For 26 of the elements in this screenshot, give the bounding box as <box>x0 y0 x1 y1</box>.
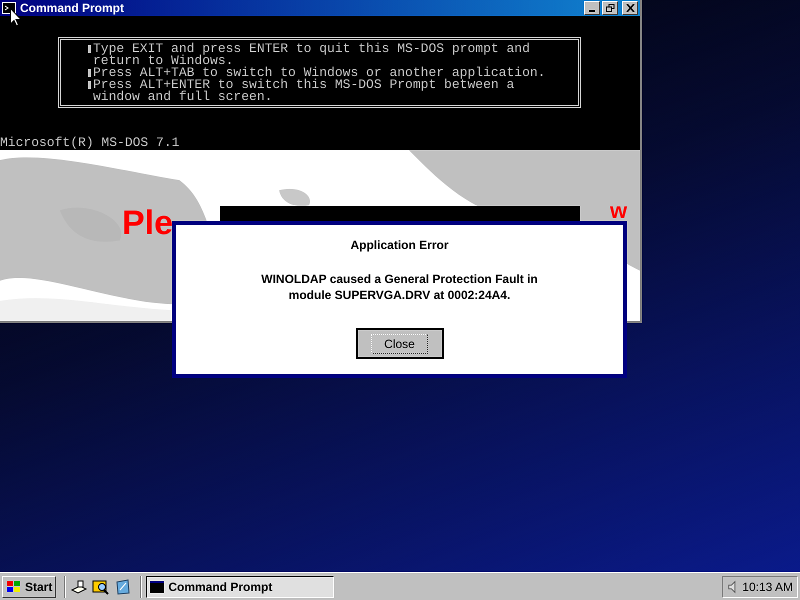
start-button[interactable]: Start <box>2 576 56 598</box>
restore-button[interactable] <box>602 1 618 15</box>
clock: 10:13 AM <box>742 578 793 596</box>
close-button[interactable]: Close <box>356 328 444 359</box>
close-button[interactable] <box>622 1 638 15</box>
explorer-icon[interactable] <box>92 578 110 596</box>
bullet-icon <box>88 69 91 77</box>
graphics-text: Ple <box>122 204 174 242</box>
close-icon <box>626 4 634 12</box>
bullet-icon <box>88 81 91 89</box>
restore-icon <box>606 4 614 12</box>
info-text: Press ALT+ENTER to switch this MS-DOS Prompt between a window and full screen. <box>93 79 514 103</box>
info-text: Type EXIT and press ENTER to quit this MS-DOS prompt and return to Windows. <box>93 43 530 67</box>
taskbar-button[interactable]: Command Prompt <box>146 576 334 598</box>
info-text: Press ALT+TAB to switch to Windows or another application. <box>93 67 546 79</box>
console-icon <box>150 580 164 592</box>
dialog-message: WINOLDAP caused a General Protection Fault in module SUPERVGA.DRV at 0002:24A4. <box>261 271 538 303</box>
windows-logo-icon <box>6 580 22 594</box>
window-title: Command Prompt <box>20 0 124 17</box>
dialog-title: Application Error <box>350 237 448 254</box>
bullet-icon <box>88 45 91 53</box>
prompt-line: Microsoft(R) MS-DOS 7.1 <box>0 137 180 149</box>
graphics-text: w <box>610 198 628 223</box>
console-icon <box>2 2 16 14</box>
desktop-icon[interactable] <box>70 578 88 596</box>
minimize-button[interactable] <box>584 1 600 15</box>
